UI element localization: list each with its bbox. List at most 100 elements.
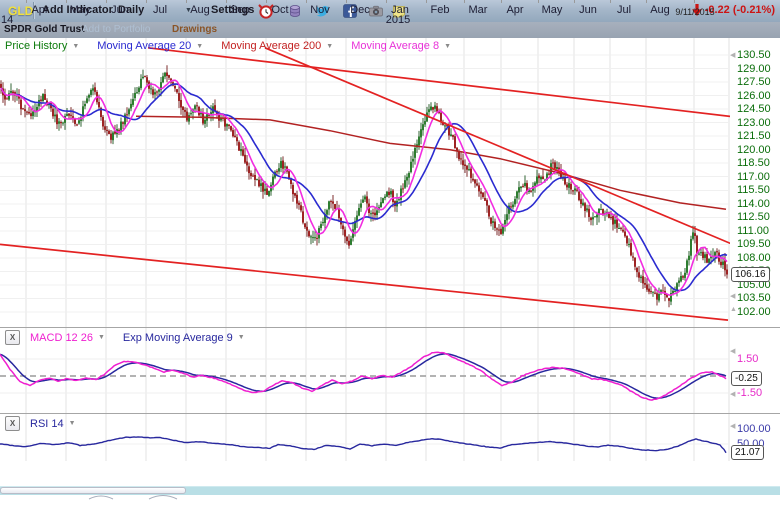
month-label: Apr [497,4,533,16]
legend-ma200[interactable]: Moving Average 200 ▼ [221,40,333,52]
month-label: May [62,4,98,16]
legend-ma8[interactable]: Moving Average 8 ▼ [351,40,451,52]
price-pane: Price History ▼ Moving Average 20 ▼ Movi… [0,38,780,327]
last-price-box: 106.16 [731,267,770,282]
time-axis-tick [306,0,307,3]
scroll-left-icon[interactable]: ◀ [730,390,735,398]
month-label: Jul [606,4,642,16]
price-tick: 112.50 [737,211,770,223]
chevron-down-icon[interactable]: ▼ [69,420,76,427]
rsi-legend: X RSI 14 ▼ [5,416,88,431]
scroll-left-icon[interactable]: ◀ [730,347,735,355]
time-axis-tick [694,0,695,3]
year-label-clipped: 14 [1,14,13,26]
grid [0,38,729,327]
month-label: Jun [102,4,138,16]
time-axis-tick [646,0,647,3]
chevron-down-icon[interactable]: ▼ [238,334,245,341]
scrollbar-thumb-waves [1,494,185,501]
rsi-axis: ◀ 100.0050.0021.07 [730,414,780,462]
symbol-name: SPDR Gold Trust [4,24,85,35]
rsi-tick: 100.00 [737,423,771,435]
price-tick: 121.50 [737,130,771,142]
price-tick: 124.50 [737,103,771,115]
price-axis: ◀ ◀ ▲ 130.50129.00127.50126.00124.50123.… [730,38,780,327]
ma20-line [1,84,727,290]
macd-pane: X MACD 12 26 ▼ Exp Moving Average 9 ▼ ◀ … [0,327,780,414]
price-tick: 114.00 [737,198,770,210]
price-tick: 118.50 [737,157,770,169]
price-tick: 120.00 [737,144,771,156]
legend-macd[interactable]: MACD 12 26 ▼ [30,332,105,344]
time-axis-tick [386,0,387,3]
rsi-chart-svg [0,414,730,461]
time-axis-tick [574,0,575,3]
price-tick: 117.00 [737,171,770,183]
close-icon[interactable]: X [5,416,20,431]
time-axis-tick [26,0,27,3]
time-axis-tick [106,0,107,3]
price-tick: 109.50 [737,238,771,250]
price-tick: 108.00 [737,252,771,264]
legend-price-history[interactable]: Price History ▼ [5,40,79,52]
month-label: Jul [142,4,178,16]
scroll-left-icon[interactable]: ◀ [730,51,735,59]
scroll-left-icon[interactable]: ◀ [730,422,735,430]
macd-tick: 1.50 [737,353,758,365]
price-tick: 126.00 [737,90,771,102]
add-to-portfolio-link[interactable]: Add to Portfolio [82,24,150,35]
time-axis-tick [226,0,227,3]
year-label: 2015 [380,14,416,26]
time-axis-tick [346,0,347,3]
price-chart-svg [0,38,730,327]
time-axis-tick [66,0,67,3]
legend-exp-ma9[interactable]: Exp Moving Average 9 ▼ [123,332,245,344]
price-tick: 111.00 [737,225,769,237]
time-axis-tick [186,0,187,3]
scroll-up-icon[interactable]: ▲ [730,306,737,313]
rsi-value-box: 21.07 [731,445,764,460]
price-tick: 129.00 [737,63,771,75]
time-axis-tick [538,0,539,3]
time-axis-tick [146,0,147,3]
drawings-link[interactable]: Drawings [172,24,217,35]
scroll-left-icon[interactable]: ◀ [730,292,735,300]
month-label: Oct [262,4,298,16]
legend-ma20[interactable]: Moving Average 20 ▼ [97,40,203,52]
rsi-pane: X RSI 14 ▼ ◀ 100.0050.0021.07 [0,413,780,462]
price-tick: 102.00 [737,306,771,318]
month-label: Feb [422,4,458,16]
month-label: Sep [222,4,258,16]
month-label: Nov [302,4,338,16]
price-tick: 115.50 [737,184,770,196]
time-axis-tick [464,0,465,3]
time-axis-tick [266,0,267,3]
macd-axis: ◀ ◀ 1.50 -1.50-0.25 [730,328,780,414]
chart-scrollbar-track[interactable] [0,486,780,495]
month-label: Mar [460,4,496,16]
rsi-line [0,437,726,453]
month-label: May [534,4,570,16]
chevron-down-icon[interactable]: ▼ [98,334,105,341]
month-label: Aug [642,4,678,16]
close-icon[interactable]: X [5,330,20,345]
macd-legend: X MACD 12 26 ▼ Exp Moving Average 9 ▼ [5,330,257,345]
month-label: Jun [570,4,606,16]
time-axis-tick [501,0,502,3]
price-tick: 103.50 [737,292,771,304]
time-axis-tick [610,0,611,3]
time-axis-tick [426,0,427,3]
price-tick: 127.50 [737,76,771,88]
price-tick: 130.50 [737,49,771,61]
chart-scrollbar-thumb[interactable] [0,487,186,494]
chevron-down-icon[interactable]: ▼ [444,43,451,50]
macd-value-box: -0.25 [731,371,762,386]
freestockcharts-window: { "toolbar": { "symbol": "GLD", "add_ind… [0,0,780,499]
chevron-down-icon[interactable]: ▼ [72,43,79,50]
legend-rsi[interactable]: RSI 14 ▼ [30,418,76,430]
price-legend: Price History ▼ Moving Average 20 ▼ Movi… [5,40,463,52]
chevron-down-icon[interactable]: ▼ [196,43,203,50]
macd-tick: -1.50 [737,387,762,399]
grid [0,414,729,461]
chevron-down-icon[interactable]: ▼ [326,43,333,50]
